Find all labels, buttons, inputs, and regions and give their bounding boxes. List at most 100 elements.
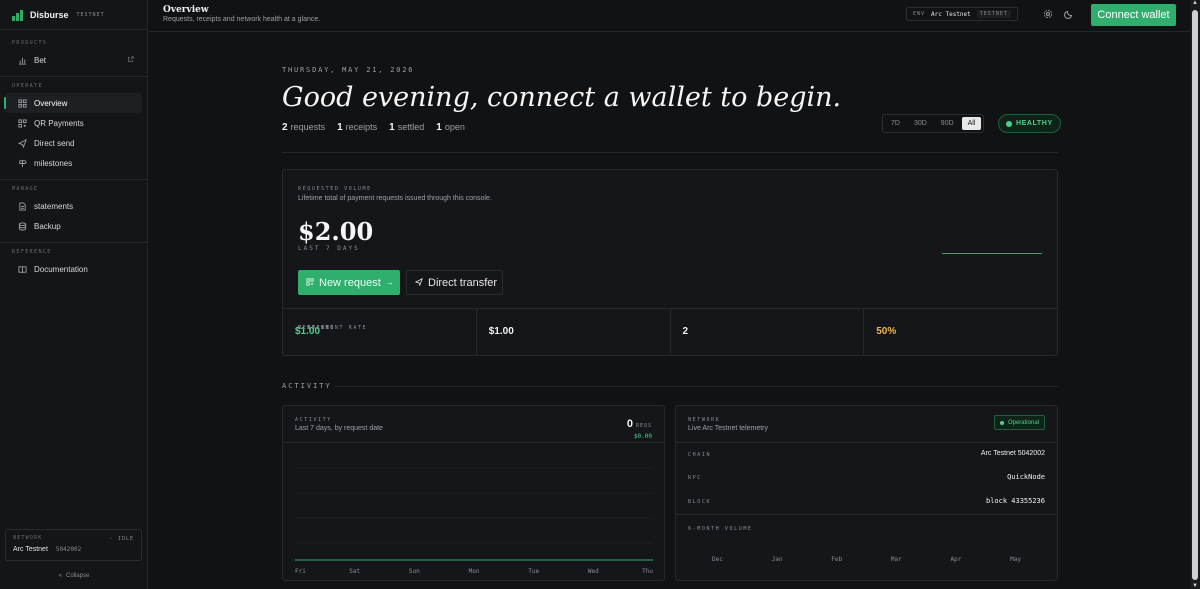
activity-day-label: Mon (469, 568, 480, 575)
moon-icon[interactable] (1064, 9, 1074, 19)
scroll-thumb[interactable] (1192, 10, 1198, 580)
send-icon (414, 277, 423, 289)
volume-amount: $2.00 (298, 217, 374, 246)
sidebar-item-label: Direct send (34, 138, 75, 148)
metric-value: 2 (682, 326, 689, 337)
arrow-right-icon: → (385, 278, 394, 287)
reqs-label: REQS (635, 423, 652, 429)
stat-requests: 2 requests (282, 122, 326, 133)
env-selector[interactable]: ENV Arc Testnet TESTNET (906, 7, 1018, 21)
volume-sparkline (942, 253, 1042, 254)
signpost-icon (17, 158, 27, 168)
row-key: CHAIN (688, 452, 712, 458)
sidebar-item-bet[interactable]: Bet (5, 50, 142, 70)
row-value: QuickNode (1007, 473, 1045, 481)
scroll-up-arrow-icon[interactable]: ▲ (1191, 0, 1199, 6)
network-row-block: BLOCK block 43355236 (676, 490, 1057, 514)
range-90d[interactable]: 90D (935, 117, 960, 130)
month-label: May (1010, 556, 1021, 563)
sidebar-item-qr-payments[interactable]: QR Payments (5, 113, 142, 133)
health-label: HEALTHY (1016, 120, 1053, 127)
env-value: Arc Testnet (931, 10, 971, 18)
row-value: block 43355236 (985, 497, 1045, 505)
range-30d[interactable]: 30D (908, 117, 933, 130)
activity-section-title: ACTIVITY (282, 382, 332, 390)
new-request-button[interactable]: New request → (298, 270, 400, 295)
sidebar-item-label: Bet (34, 55, 47, 65)
direct-transfer-button[interactable]: Direct transfer (406, 270, 503, 295)
scrollbar[interactable]: ▲ ▼ (1190, 0, 1200, 589)
six-month-axis: Dec Jan Feb Mar Apr May (688, 556, 1045, 563)
idle-label: IDLE (117, 536, 134, 542)
collapse-label: Collapse (65, 573, 90, 579)
requested-volume-card: REQUESTED VOLUME Lifetime total of payme… (282, 169, 1058, 356)
activity-day-label: Wed (588, 568, 599, 575)
month-label: Apr (950, 556, 962, 563)
topbar: Overview Requests, receipts and network … (148, 0, 1190, 32)
month-label: Mar (890, 556, 902, 563)
sidebar-item-milestones[interactable]: milestones (5, 153, 142, 173)
health-status-badge: HEALTHY (998, 114, 1061, 133)
status-dot-icon (999, 420, 1004, 425)
sidebar-item-backup[interactable]: Backup (5, 216, 142, 236)
direct-transfer-label: Direct transfer (428, 276, 498, 289)
current-date: THURSDAY, MAY 21, 2026 (282, 66, 415, 74)
collapse-button[interactable]: «Collapse (0, 573, 148, 579)
six-month-volume-title: 6-MONTH VOLUME (688, 526, 753, 532)
activity-day-label: Tue (528, 568, 539, 575)
range-7d[interactable]: 7D (885, 117, 906, 130)
sidebar-item-label: statements (34, 201, 74, 211)
sidebar-item-direct-send[interactable]: Direct send (5, 133, 142, 153)
status-dot-icon (1006, 120, 1012, 127)
volume-period: LAST 7 DAYS (298, 245, 360, 252)
activity-chart: Fri Sat Sun Mon Tue Wed Thu (295, 467, 653, 575)
sidebar-item-statements[interactable]: statements (5, 196, 142, 216)
activity-reqs-summary: 0 REQS $0.00 (627, 414, 652, 440)
volume-kicker: REQUESTED VOLUME (298, 186, 372, 192)
volume-description: Lifetime total of payment requests issue… (298, 195, 492, 202)
page-title: Overview (163, 5, 209, 15)
brand-name: Disburse (30, 9, 69, 20)
grid-icon (17, 98, 27, 108)
month-label: Dec (712, 556, 723, 563)
sidebar-network-status: NETWORK ◦ IDLE Arc Testnet 5042002 (5, 529, 142, 561)
stat-settled: 1 settled (389, 122, 425, 133)
network-idle-status: ◦ IDLE (109, 536, 134, 542)
sidebar-item-label: Documentation (34, 264, 88, 274)
activity-card: ACTIVITY Last 7 days, by request date 0R… (282, 405, 665, 581)
time-range-selector: 7D 30D 90D All (882, 114, 985, 133)
network-subtitle: Live Arc Testnet telemetry (688, 425, 769, 432)
stat-open: 1 open (436, 122, 465, 133)
activity-day-label: Fri (295, 568, 306, 575)
send-icon (17, 138, 27, 148)
summary-stats: 2 requests 1 receipts 1 settled 1 open (282, 122, 465, 133)
chevrons-left-icon: « (58, 573, 62, 579)
env-key: ENV (913, 11, 926, 17)
env-tag: TESTNET (976, 10, 1011, 18)
row-key: RPC (688, 475, 702, 481)
settings-gear-icon[interactable] (1043, 9, 1053, 19)
activity-day-label: Thu (642, 568, 653, 575)
brand-logo-icon (12, 9, 24, 21)
sidebar-item-label: milestones (34, 158, 73, 168)
metrics-row: VERIFIED $1.00 PENDING $1.00 REQUESTS 2 … (283, 308, 1057, 356)
range-all[interactable]: All (961, 117, 982, 130)
activity-day-label: Sat (349, 568, 360, 575)
database-icon (17, 221, 27, 231)
brand-badge: TESTNET (76, 11, 105, 18)
connect-wallet-button[interactable]: Connect wallet (1091, 4, 1176, 26)
scroll-down-arrow-icon[interactable]: ▼ (1191, 583, 1199, 589)
metric-verified: VERIFIED $1.00 (283, 309, 477, 356)
qr-icon (17, 118, 27, 128)
metric-value: 50% (876, 326, 897, 337)
sidebar-item-label: Overview (34, 98, 68, 108)
row-value: Arc Testnet 5042002 (980, 450, 1045, 457)
qr-icon (306, 277, 314, 289)
sidebar-item-overview[interactable]: Overview (4, 93, 142, 113)
sidebar-item-label: Backup (34, 221, 61, 231)
page-subtitle: Requests, receipts and network health at… (163, 16, 321, 23)
external-link-icon (127, 55, 134, 65)
sidebar-item-documentation[interactable]: Documentation (5, 259, 142, 279)
brand[interactable]: Disburse TESTNET (0, 0, 147, 30)
greeting-heading: Good evening, connect a wallet to begin. (282, 82, 842, 113)
